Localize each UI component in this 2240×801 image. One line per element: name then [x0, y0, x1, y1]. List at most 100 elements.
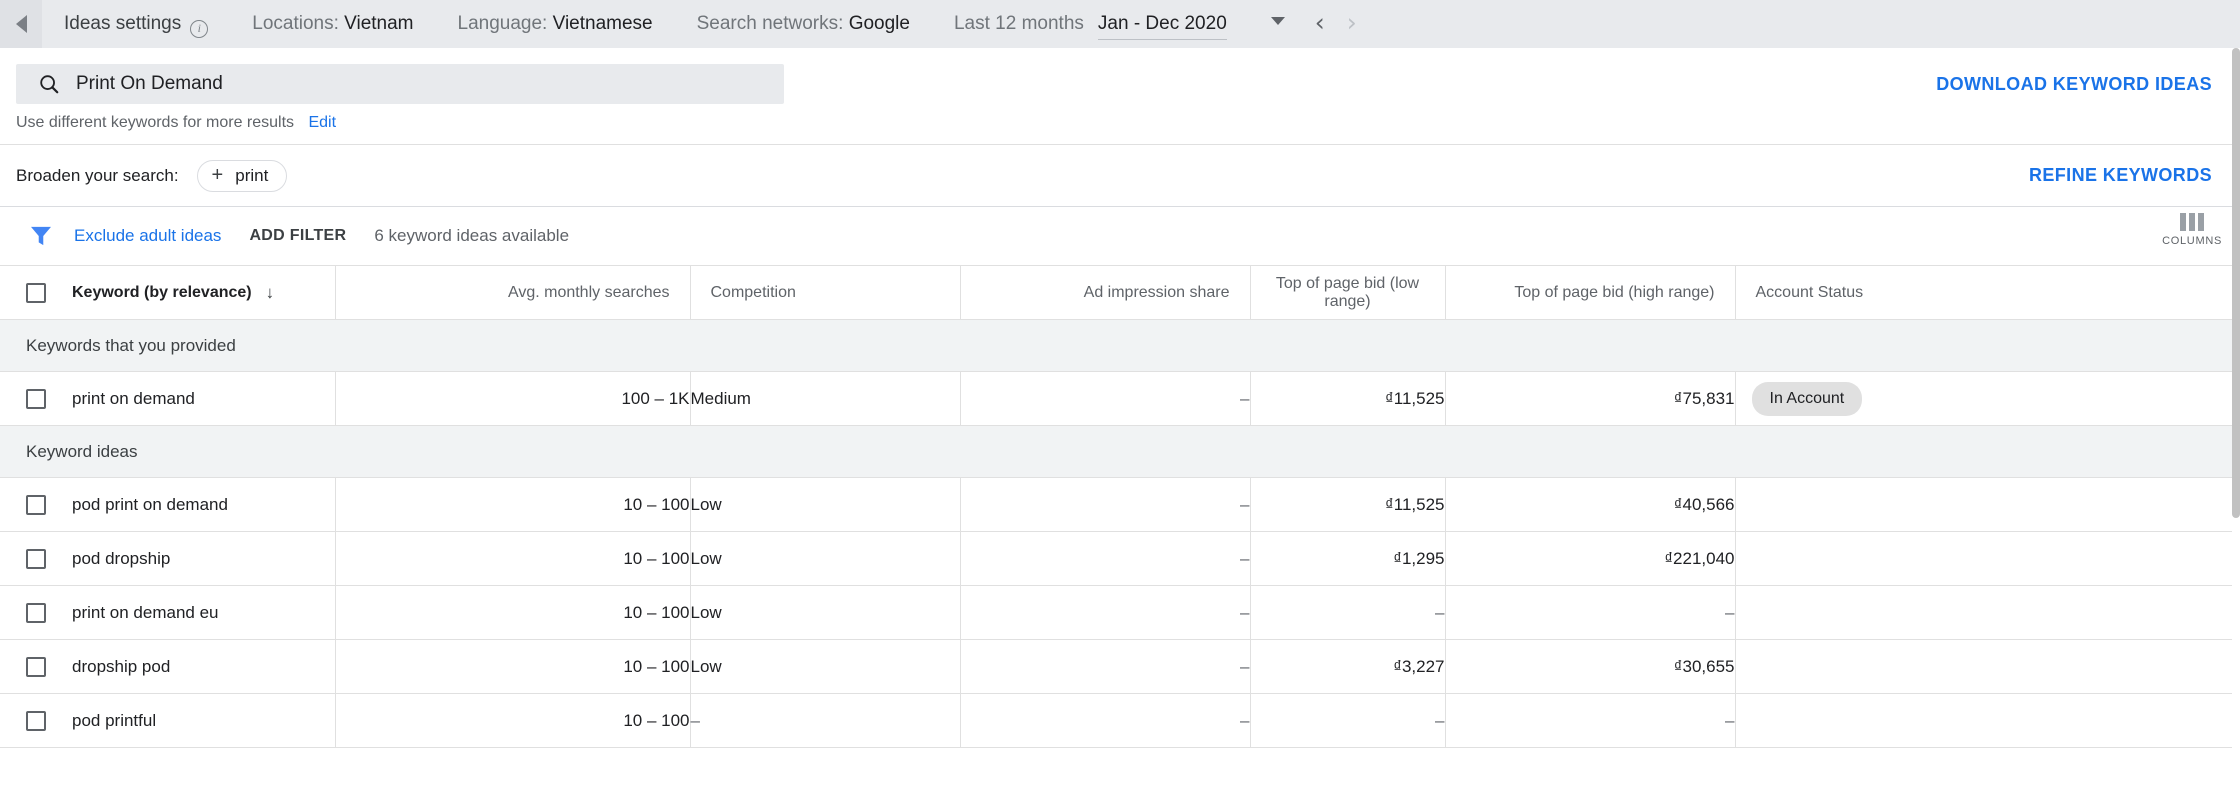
keyword-text: pod printful	[72, 710, 157, 730]
chevron-right-icon[interactable]: ›	[1347, 10, 1357, 35]
cell-competition-value: –	[690, 710, 700, 730]
column-header-avg-monthly-searches[interactable]: Avg. monthly searches	[335, 265, 691, 320]
column-header-avg-monthly-searches-label: Avg. monthly searches	[507, 283, 670, 301]
column-header-top-bid-high[interactable]: Top of page bid (high range)	[1445, 265, 1736, 320]
cell-top-bid-high: ₫221,040	[1445, 531, 1736, 586]
cell-ad-impression-share-value: –	[1240, 388, 1250, 408]
setting-locations[interactable]: Locations: Vietnam	[252, 13, 413, 35]
column-header-account-status[interactable]: Account Status	[1735, 265, 2240, 320]
cell-keyword[interactable]: pod print on demand	[0, 477, 336, 532]
exclude-adult-ideas-link[interactable]: Exclude adult ideas	[74, 226, 221, 246]
row-checkbox[interactable]	[26, 710, 46, 731]
search-icon	[40, 75, 59, 94]
edit-keywords-link[interactable]: Edit	[308, 114, 336, 131]
vertical-scrollbar-thumb[interactable]	[2232, 48, 2240, 518]
collapse-panel-button[interactable]	[0, 0, 42, 48]
cell-keyword[interactable]: pod dropship	[0, 531, 336, 586]
search-input[interactable]: Print On Demand	[16, 64, 784, 104]
cell-ad-impression-share: –	[960, 585, 1251, 640]
cell-keyword[interactable]: pod printful	[0, 693, 336, 748]
broaden-chip-print[interactable]: + print	[196, 159, 288, 192]
table-row[interactable]: pod dropship 10 – 100 Low – ₫1,295 ₫221,040	[0, 531, 2240, 586]
status-badge: In Account	[1751, 381, 1863, 416]
column-header-account-status-label: Account Status	[1755, 283, 1864, 301]
row-checkbox[interactable]	[26, 548, 46, 569]
row-checkbox[interactable]	[26, 494, 46, 515]
keyword-text: dropship pod	[72, 656, 171, 676]
cell-top-bid-low: –	[1250, 693, 1446, 748]
columns-button[interactable]: COLUMNS	[2162, 213, 2222, 247]
row-checkbox[interactable]	[26, 656, 46, 677]
cell-top-bid-low: ₫11,525	[1250, 371, 1446, 426]
cell-ad-impression-share: –	[960, 693, 1251, 748]
cell-competition-value: Medium	[690, 388, 751, 408]
cell-competition: Medium	[690, 371, 961, 426]
vertical-scrollbar[interactable]	[2232, 48, 2240, 801]
setting-language[interactable]: Language: Vietnamese	[458, 13, 653, 35]
networks-label: Search networks:	[696, 13, 844, 34]
cell-avg-monthly-searches-value: 10 – 100	[623, 548, 690, 568]
cell-top-bid-low: ₫3,227	[1250, 639, 1446, 694]
cell-competition: Low	[690, 531, 961, 586]
cell-ad-impression-share: –	[960, 639, 1251, 694]
cell-competition: Low	[690, 585, 961, 640]
table-header: Keyword (by relevance) ↓ Avg. monthly se…	[0, 265, 2240, 320]
column-header-competition[interactable]: Competition	[690, 265, 961, 320]
refine-keywords-button[interactable]: REFINE KEYWORDS	[2029, 165, 2212, 186]
cell-top-bid-high: ₫30,655	[1445, 639, 1736, 694]
cell-account-status	[1735, 693, 2240, 748]
column-header-competition-label: Competition	[710, 283, 796, 301]
cell-ad-impression-share-value: –	[1240, 710, 1250, 730]
cell-account-status	[1735, 639, 2240, 694]
table-row[interactable]: pod printful 10 – 100– – – –	[0, 693, 2240, 748]
settings-items: Ideas settings i Locations: Vietnam Lang…	[42, 8, 1357, 40]
table-row[interactable]: print on demand eu 10 – 100 Low – – –	[0, 585, 2240, 640]
date-range-value[interactable]: Jan - Dec 2020	[1097, 13, 1227, 40]
cell-competition-value: Low	[690, 548, 722, 568]
keyword-search-section: Print On Demand DOWNLOAD KEYWORD IDEAS U…	[0, 48, 2240, 145]
cell-top-bid-high-value: ₫75,831	[1673, 388, 1735, 408]
column-header-keyword-label: Keyword (by relevance)	[72, 283, 252, 301]
language-label: Language:	[457, 13, 548, 34]
column-header-ad-impression-share[interactable]: Ad impression share	[960, 265, 1251, 320]
cell-keyword[interactable]: print on demand	[0, 371, 336, 426]
cell-top-bid-high-value: ₫30,655	[1673, 656, 1735, 676]
column-header-top-bid-high-label: Top of page bid (high range)	[1514, 283, 1715, 301]
chevron-down-icon[interactable]	[1270, 17, 1285, 25]
table-group-title: Keywords that you provided	[0, 319, 2240, 372]
select-all-checkbox[interactable]	[26, 282, 46, 303]
ideas-settings-label[interactable]: Ideas settings	[64, 13, 181, 35]
cell-keyword[interactable]: dropship pod	[0, 639, 336, 694]
table-row[interactable]: pod print on demand 10 – 100 Low – ₫11,525 ₫4…	[0, 477, 2240, 532]
cell-avg-monthly-searches: 10 – 100	[335, 693, 691, 748]
cell-account-status	[1735, 531, 2240, 586]
column-header-ad-impression-share-label: Ad impression share	[1083, 283, 1230, 301]
cell-ad-impression-share: –	[960, 371, 1251, 426]
cell-keyword[interactable]: print on demand eu	[0, 585, 336, 640]
column-header-top-bid-low[interactable]: Top of page bid (low range)	[1250, 265, 1446, 320]
locations-value: Vietnam	[344, 13, 414, 34]
table-group-header: Keywords that you provided	[0, 319, 2240, 372]
keyword-ideas-table: Keyword (by relevance) ↓ Avg. monthly se…	[0, 265, 2240, 748]
download-keyword-ideas-button[interactable]: DOWNLOAD KEYWORD IDEAS	[1936, 74, 2212, 95]
cell-ad-impression-share: –	[960, 531, 1251, 586]
setting-search-networks[interactable]: Search networks: Google	[697, 13, 910, 35]
filter-funnel-icon[interactable]	[30, 226, 52, 246]
date-range-selector[interactable]: Last 12 months Jan - Dec 2020	[954, 13, 1227, 40]
row-checkbox[interactable]	[26, 602, 46, 623]
cell-top-bid-high-value: ₫40,566	[1673, 494, 1735, 514]
table-row[interactable]: dropship pod 10 – 100 Low – ₫3,227 ₫30,655	[0, 639, 2240, 694]
info-icon[interactable]: i	[190, 19, 209, 38]
cell-avg-monthly-searches: 10 – 100	[335, 531, 691, 586]
cell-top-bid-high-value: –	[1725, 710, 1735, 730]
add-filter-button[interactable]: ADD FILTER	[249, 227, 346, 245]
table-row[interactable]: print on demand 100 – 1K Medium – ₫11,525 ₫75…	[0, 371, 2240, 426]
cell-avg-monthly-searches: 10 – 100	[335, 639, 691, 694]
cell-avg-monthly-searches: 10 – 100	[335, 585, 691, 640]
chevron-left-icon[interactable]: ‹	[1315, 10, 1325, 35]
arrow-down-icon[interactable]: ↓	[266, 283, 275, 303]
cell-top-bid-low-value: ₫11,525	[1385, 388, 1445, 408]
row-checkbox[interactable]	[26, 388, 46, 409]
cell-top-bid-high: –	[1445, 693, 1736, 748]
column-header-keyword[interactable]: Keyword (by relevance) ↓	[0, 265, 336, 320]
